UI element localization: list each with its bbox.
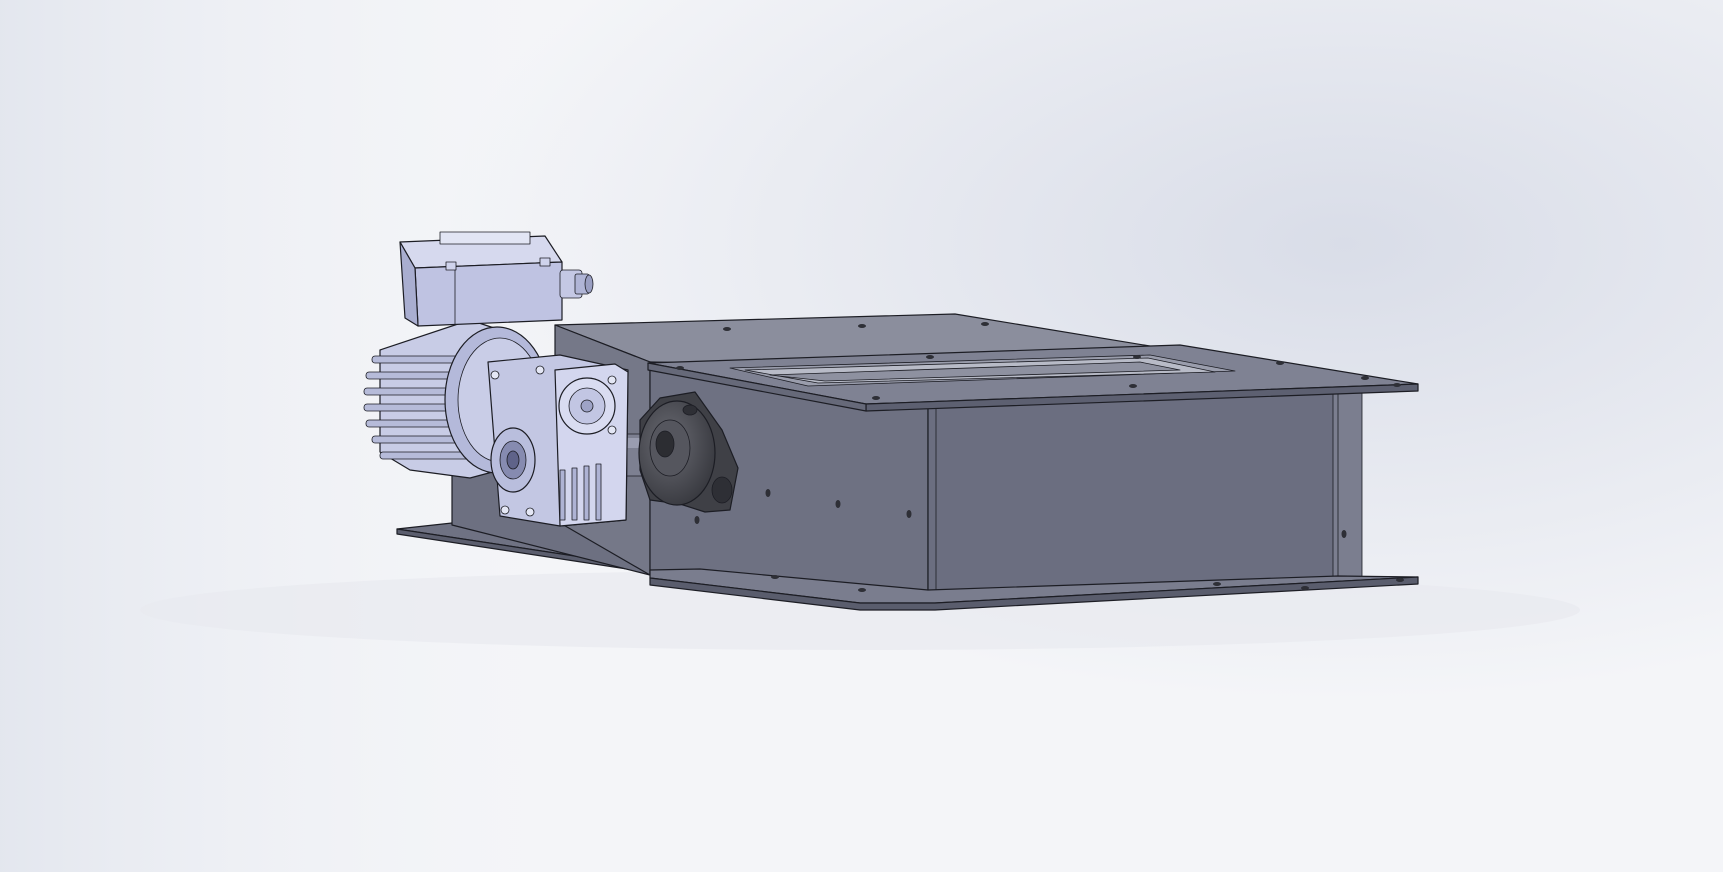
worm-gearbox[interactable] — [487, 354, 629, 527]
cad-viewport[interactable] — [0, 0, 1723, 872]
motor-terminal-box[interactable] — [399, 231, 563, 327]
front-face — [927, 391, 1339, 593]
cable-gland[interactable] — [559, 269, 594, 299]
cad-model-scene[interactable] — [0, 0, 1723, 872]
